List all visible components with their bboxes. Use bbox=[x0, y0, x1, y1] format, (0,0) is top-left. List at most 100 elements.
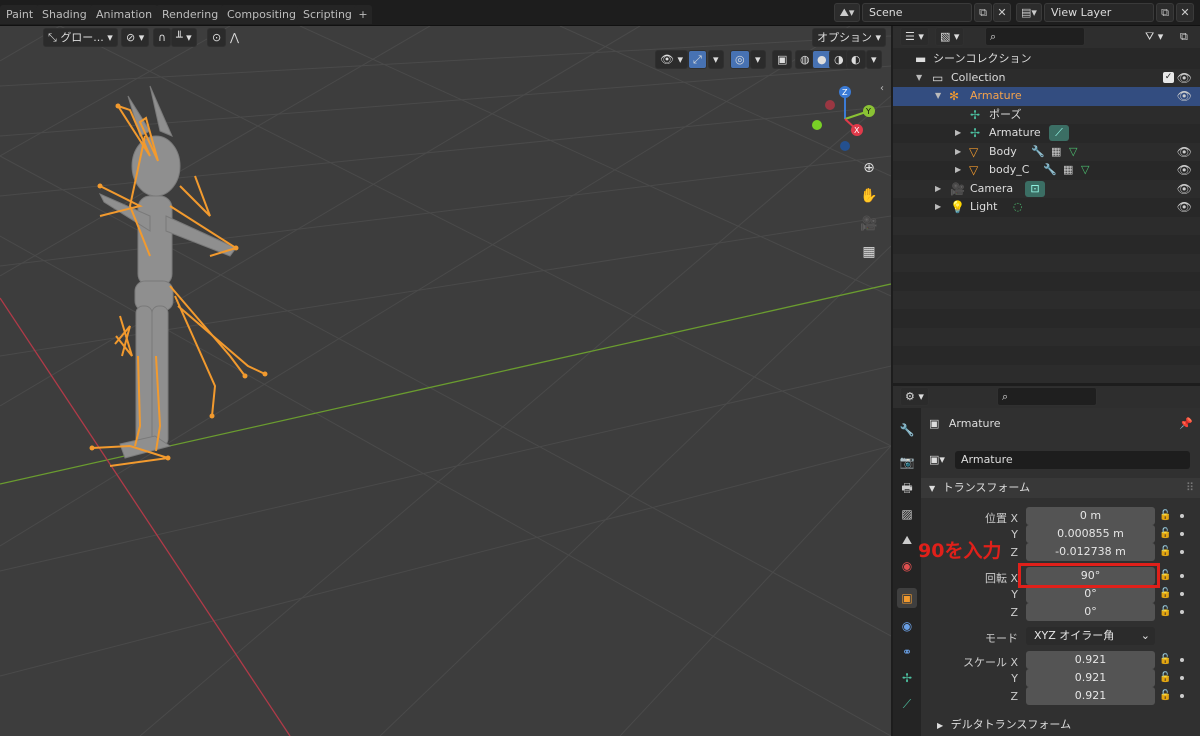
properties-search-input[interactable]: ⌕ bbox=[997, 387, 1097, 406]
outliner-row-armature-data[interactable]: ▶ ✢ Armature ⟋ bbox=[893, 124, 1200, 143]
physics-tab-icon[interactable]: ◉ bbox=[897, 616, 917, 636]
outliner-row-scene-collection[interactable]: ▬ シーンコレクション bbox=[893, 50, 1200, 69]
shading-rendered[interactable]: ◐ bbox=[846, 50, 866, 69]
new-collection-button[interactable]: ⧉ bbox=[1175, 27, 1193, 46]
bone-tab-icon[interactable]: ⟋ bbox=[897, 694, 917, 714]
camera-view-icon[interactable]: 🎥 bbox=[857, 212, 881, 236]
close-scene-icon[interactable]: ✕ bbox=[993, 3, 1011, 22]
navigation-gizmo[interactable]: Z Y X bbox=[809, 83, 879, 153]
delta-transform-header[interactable]: ▶ デルタトランスフォーム bbox=[937, 716, 1071, 732]
location-x-field[interactable]: 0 m bbox=[1026, 507, 1155, 525]
rotation-z-field[interactable]: 0° bbox=[1026, 603, 1155, 621]
filter-view-dropdown[interactable]: ▧ ▾ bbox=[935, 27, 965, 46]
transform-orientation-dropdown[interactable]: ⤡ グロー... ▾ bbox=[43, 28, 118, 47]
wrench-modifier-icon[interactable]: 🔧 bbox=[1043, 161, 1057, 180]
keyframe-dot-icon[interactable] bbox=[1180, 514, 1184, 518]
keyframe-dot-icon[interactable] bbox=[1180, 574, 1184, 578]
constraints-tab-icon[interactable]: ⚭ bbox=[897, 642, 917, 662]
view-layer-browse-icon[interactable]: ▤▾ bbox=[1016, 3, 1042, 22]
tab-animation[interactable]: Animation bbox=[90, 5, 159, 24]
world-tab-icon[interactable]: ◉ bbox=[897, 556, 917, 576]
view-layer-tab-icon[interactable]: ▨ bbox=[897, 504, 917, 524]
sidebar-toggle-icon[interactable]: ‹ bbox=[880, 83, 884, 94]
outliner-search-input[interactable]: ⌕ bbox=[985, 27, 1085, 46]
expand-triangle-icon[interactable]: ▶ bbox=[935, 198, 941, 217]
close-view-layer-icon[interactable]: ✕ bbox=[1176, 3, 1194, 22]
eye-icon[interactable]: 👁 bbox=[1177, 143, 1192, 162]
pivot-point-dropdown[interactable]: ⊘ ▾ bbox=[121, 28, 150, 47]
light-data-icon[interactable]: ◌ bbox=[1013, 198, 1023, 217]
vertex-groups-icon[interactable]: ▦ bbox=[1051, 143, 1061, 162]
outliner-row-body[interactable]: ▶ ▽ Body 🔧 ▦ ▽ 👁 bbox=[893, 142, 1200, 162]
drag-grip-icon[interactable]: ⠿ bbox=[1186, 478, 1194, 498]
outliner-row-light[interactable]: ▶ 💡 Light ◌ 👁 bbox=[893, 198, 1200, 217]
expand-triangle-icon[interactable]: ▼ bbox=[916, 69, 922, 88]
pan-hand-icon[interactable]: ✋ bbox=[857, 184, 881, 208]
copy-scene-icon[interactable]: ⧉ bbox=[974, 3, 992, 22]
view-layer-name-field[interactable]: View Layer bbox=[1044, 3, 1154, 22]
gizmo-toggle[interactable]: ⤢ bbox=[688, 50, 707, 69]
visibility-dropdown[interactable]: 👁 ▾ bbox=[655, 50, 688, 69]
overlay-dropdown[interactable]: ▾ bbox=[750, 50, 766, 69]
keyframe-dot-icon[interactable] bbox=[1180, 676, 1184, 680]
keyframe-dot-icon[interactable] bbox=[1180, 658, 1184, 662]
collection-checkbox[interactable]: ✓ bbox=[1163, 71, 1174, 83]
camera-data-icon[interactable]: ⊡ bbox=[1025, 180, 1045, 197]
keyframe-dot-icon[interactable] bbox=[1180, 694, 1184, 698]
expand-triangle-icon[interactable]: ▶ bbox=[955, 124, 961, 143]
bone-data-icon[interactable]: ⟋ bbox=[1049, 125, 1069, 141]
xray-toggle[interactable]: ▣ bbox=[772, 50, 793, 69]
outliner-row-body-c[interactable]: ▶ ▽ body_C 🔧 ▦ ▽ 👁 bbox=[893, 161, 1200, 180]
pin-icon[interactable]: 📌 bbox=[1179, 417, 1193, 430]
overlay-toggle[interactable]: ◎ bbox=[730, 50, 750, 69]
editor-type-dropdown[interactable]: ⚙ ▾ bbox=[900, 387, 929, 406]
eye-icon[interactable]: 👁 bbox=[1177, 180, 1192, 199]
outliner-row-armature-object[interactable]: ▼ ✻ Armature 👁 bbox=[893, 87, 1200, 106]
rotation-mode-dropdown[interactable]: XYZ オイラー角 ⌄ bbox=[1026, 627, 1155, 645]
eye-icon[interactable]: 👁 bbox=[1177, 161, 1192, 180]
location-z-field[interactable]: -0.012738 m bbox=[1026, 543, 1155, 561]
scene-tab-icon[interactable]: ⛰ bbox=[897, 530, 917, 550]
outliner-row-collection[interactable]: ▼ ▭ Collection ✓ 👁 bbox=[893, 68, 1200, 88]
options-dropdown[interactable]: オプション ▾ bbox=[812, 28, 887, 47]
wrench-modifier-icon[interactable]: 🔧 bbox=[1031, 143, 1045, 162]
tab-compositing[interactable]: Compositing bbox=[221, 5, 302, 24]
lock-icon[interactable]: 🔓 bbox=[1159, 546, 1171, 557]
mesh-data-icon[interactable]: ▽ bbox=[1069, 143, 1077, 162]
perspective-toggle-icon[interactable]: ▦ bbox=[857, 240, 881, 264]
lock-icon[interactable]: 🔓 bbox=[1159, 690, 1171, 701]
eye-icon[interactable]: 👁 bbox=[1177, 198, 1192, 217]
scale-y-field[interactable]: 0.921 bbox=[1026, 669, 1155, 687]
shading-dropdown[interactable]: ▾ bbox=[866, 50, 882, 69]
zoom-icon[interactable]: ⊕ bbox=[857, 156, 881, 180]
transform-panel-header[interactable]: ▼ トランスフォーム ⠿ bbox=[921, 478, 1200, 498]
lock-icon[interactable]: 🔓 bbox=[1159, 570, 1171, 581]
display-mode-dropdown[interactable]: ☰ ▾ bbox=[900, 27, 929, 46]
add-workspace-button[interactable]: + bbox=[354, 5, 372, 24]
vertex-groups-icon[interactable]: ▦ bbox=[1063, 161, 1073, 180]
armature-data-tab-icon[interactable]: ✢ bbox=[897, 668, 917, 688]
falloff-dropdown[interactable]: ⋀ bbox=[225, 28, 244, 47]
keyframe-dot-icon[interactable] bbox=[1180, 532, 1184, 536]
expand-triangle-icon[interactable]: ▼ bbox=[935, 87, 941, 106]
copy-view-layer-icon[interactable]: ⧉ bbox=[1156, 3, 1174, 22]
snap-toggle[interactable]: ∩ bbox=[153, 28, 172, 47]
snap-target-dropdown[interactable]: ╨ ▾ bbox=[171, 28, 197, 47]
outliner-row-pose[interactable]: ✢ ポーズ bbox=[893, 105, 1200, 124]
expand-triangle-icon[interactable]: ▶ bbox=[935, 180, 941, 199]
keyframe-dot-icon[interactable] bbox=[1180, 550, 1184, 554]
object-tab-icon[interactable]: ▣ bbox=[897, 588, 917, 608]
filter-dropdown[interactable]: ⛛ ▾ bbox=[1140, 27, 1168, 46]
tab-shading[interactable]: Shading bbox=[36, 5, 93, 24]
lock-icon[interactable]: 🔓 bbox=[1159, 606, 1171, 617]
scale-x-field[interactable]: 0.921 bbox=[1026, 651, 1155, 669]
lock-icon[interactable]: 🔓 bbox=[1159, 588, 1171, 599]
tab-rendering[interactable]: Rendering bbox=[156, 5, 225, 24]
3d-viewport[interactable]: ⤡ グロー... ▾ ⊘ ▾ ∩ ╨ ▾ ⊙ ⋀ オプション ▾ 👁 ▾ ⤢ ▾… bbox=[0, 26, 891, 736]
lock-icon[interactable]: 🔓 bbox=[1159, 510, 1171, 521]
scale-z-field[interactable]: 0.921 bbox=[1026, 687, 1155, 705]
outliner-row-camera[interactable]: ▶ 🎥 Camera ⊡ 👁 bbox=[893, 179, 1200, 199]
object-name-field[interactable]: Armature bbox=[955, 451, 1190, 469]
gizmo-dropdown[interactable]: ▾ bbox=[708, 50, 724, 69]
mesh-data-icon[interactable]: ▽ bbox=[1081, 161, 1089, 180]
